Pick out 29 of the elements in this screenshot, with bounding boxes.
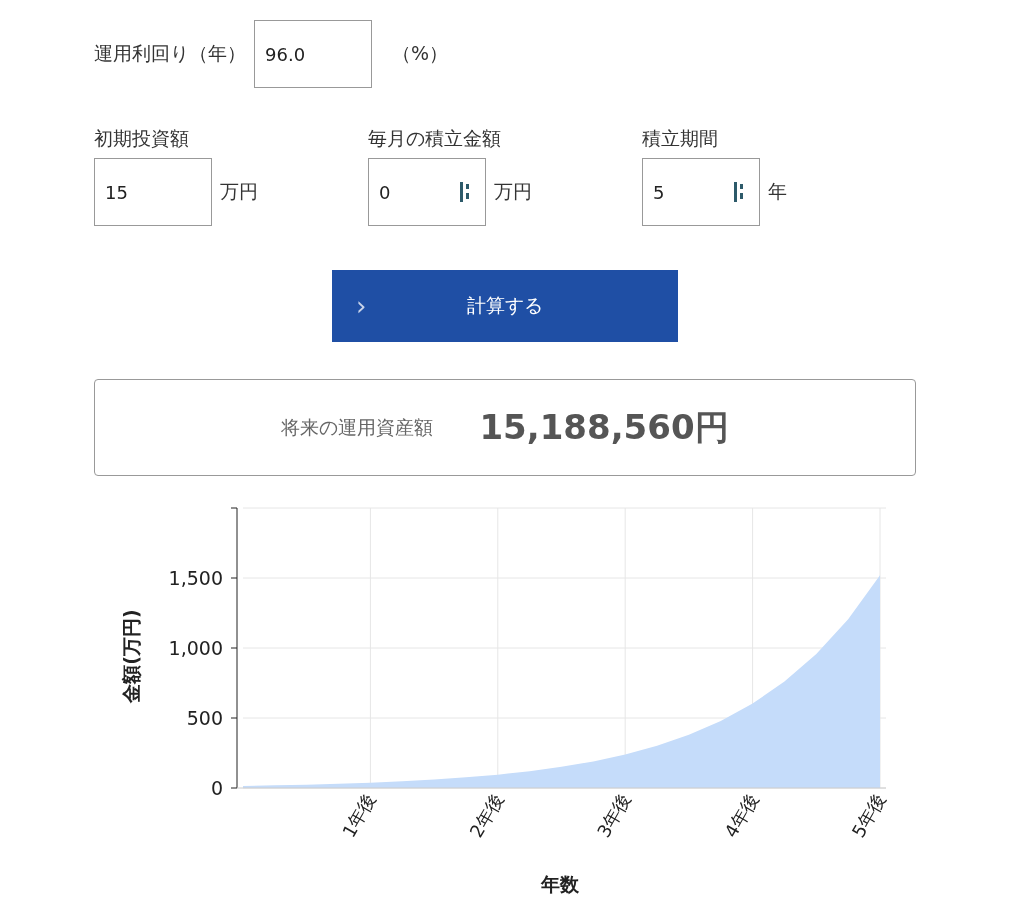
field-label: 積立期間 bbox=[642, 126, 719, 151]
spinner-icon[interactable] bbox=[733, 182, 745, 202]
x-tick-label: 4年後 bbox=[720, 789, 763, 842]
input-field[interactable]: 5 bbox=[642, 158, 760, 226]
x-tick-label: 1年後 bbox=[337, 789, 380, 842]
x-tick-label: 5年後 bbox=[847, 789, 890, 842]
input-field[interactable]: 96.0 bbox=[254, 20, 372, 88]
unit-label: 年 bbox=[768, 179, 787, 204]
x-tick-label: 2年後 bbox=[465, 789, 508, 842]
y-tick-label: 500 bbox=[186, 707, 223, 729]
input-field[interactable]: 15 bbox=[94, 158, 212, 226]
spinner-icon[interactable] bbox=[459, 182, 471, 202]
calculate-button[interactable]: › 計算する bbox=[332, 270, 678, 342]
chevron-icon: › bbox=[356, 291, 367, 321]
x-tick-label: 3年後 bbox=[592, 789, 635, 842]
field-label: 毎月の積立金額 bbox=[368, 126, 502, 151]
unit-label: 万円 bbox=[220, 179, 258, 204]
y-tick-label: 0 bbox=[210, 777, 223, 799]
result-label: 将来の運用資産額 bbox=[281, 414, 434, 440]
unit-label: 万円 bbox=[494, 179, 532, 204]
y-tick-label: 1,500 bbox=[168, 567, 223, 589]
x-axis-title: 年数 bbox=[540, 873, 579, 895]
unit-label: （%） bbox=[392, 41, 449, 66]
y-axis-title: 金額(万円) bbox=[120, 609, 142, 703]
field-label: 運用利回り（年） bbox=[94, 41, 246, 66]
input-field[interactable]: 0 bbox=[368, 158, 486, 226]
field-label: 初期投資額 bbox=[94, 126, 190, 151]
result-value: 15,188,560円 bbox=[479, 405, 729, 449]
y-tick-label: 1,000 bbox=[168, 637, 223, 659]
